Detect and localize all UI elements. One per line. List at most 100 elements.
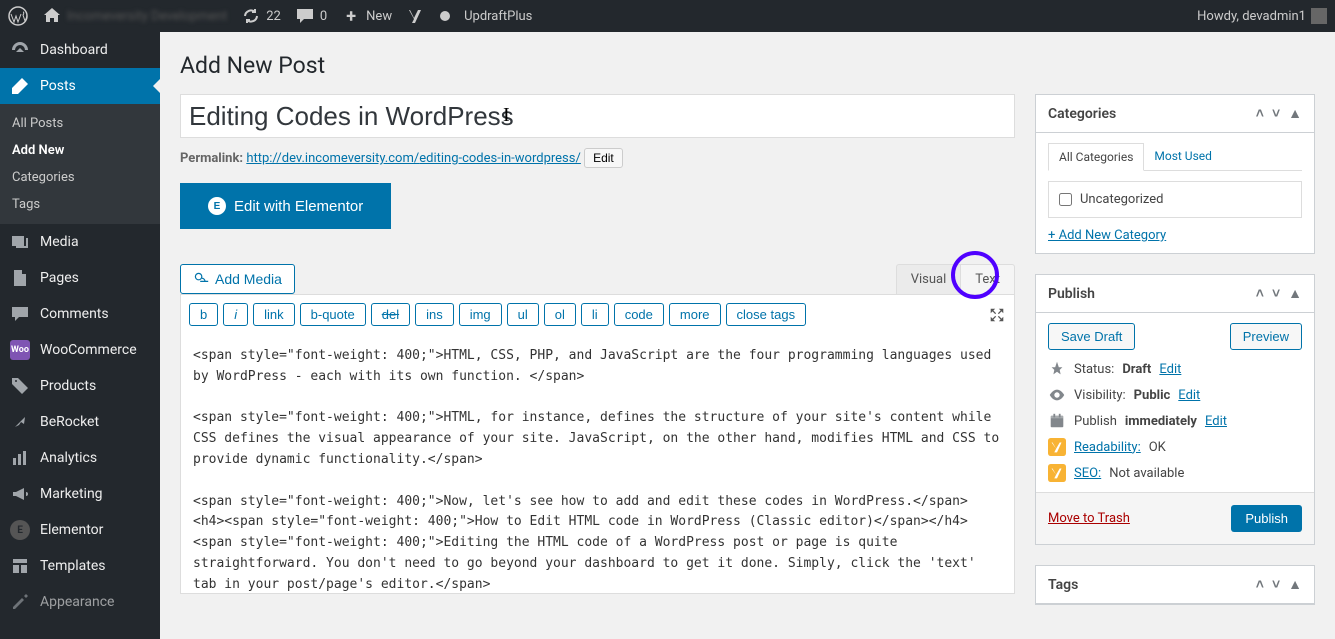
text-cursor-icon: I [503, 104, 510, 127]
admin-sidebar: Dashboard Posts All Posts Add New Catego… [0, 32, 160, 639]
new-link[interactable]: +New [341, 6, 392, 26]
add-media-button[interactable]: Add Media [180, 264, 295, 294]
account-link[interactable]: Howdy, devadmin1 [1197, 8, 1327, 24]
submenu-posts: All Posts Add New Categories Tags [0, 104, 160, 224]
submenu-all-posts[interactable]: All Posts [0, 110, 160, 137]
preview-button[interactable]: Preview [1230, 323, 1302, 350]
qt-del[interactable]: del [371, 303, 410, 326]
menu-posts[interactable]: Posts [0, 68, 160, 104]
qt-close-tags[interactable]: close tags [726, 303, 807, 326]
readability-row: Readability: OK [1048, 438, 1302, 456]
updraft-link[interactable]: UpdraftPlus [464, 9, 532, 24]
status-row: Status: Draft Edit [1048, 360, 1302, 378]
menu-marketing[interactable]: Marketing [0, 476, 160, 512]
move-up-icon[interactable]: ˄ [1256, 285, 1264, 302]
elementor-icon: E [208, 197, 226, 215]
move-down-icon[interactable]: ˅ [1272, 576, 1280, 593]
categories-title: Categories [1048, 106, 1116, 122]
categories-metabox: Categories ˄˅▲ All Categories Most Used … [1035, 94, 1315, 254]
tab-text[interactable]: Text [960, 264, 1015, 294]
comments-link[interactable]: 0 [295, 6, 327, 26]
toggle-icon[interactable]: ▲ [1288, 105, 1302, 122]
menu-pages[interactable]: Pages [0, 260, 160, 296]
pin-icon [1048, 360, 1066, 378]
qt-code[interactable]: code [614, 303, 664, 326]
edit-status-link[interactable]: Edit [1159, 362, 1181, 377]
add-new-category-link[interactable]: + Add New Category [1048, 228, 1166, 243]
qt-more[interactable]: more [669, 303, 721, 326]
wp-logo[interactable] [8, 6, 28, 26]
fullscreen-icon[interactable] [988, 306, 1006, 324]
menu-comments[interactable]: Comments [0, 296, 160, 332]
site-link[interactable]: Incomeversity Development [42, 6, 227, 26]
menu-analytics[interactable]: Analytics [0, 440, 160, 476]
permalink-row: Permalink: http://dev.incomeversity.com/… [180, 148, 1015, 168]
tab-visual[interactable]: Visual [896, 264, 961, 294]
toggle-icon[interactable]: ▲ [1288, 576, 1302, 593]
edit-schedule-link[interactable]: Edit [1205, 414, 1227, 429]
qt-link[interactable]: link [253, 303, 295, 326]
yoast-icon [1048, 438, 1066, 456]
qt-li[interactable]: li [581, 303, 609, 326]
seo-link[interactable]: SEO: [1074, 466, 1101, 481]
qt-i[interactable]: i [223, 303, 248, 326]
menu-elementor[interactable]: EElementor [0, 512, 160, 548]
admin-bar: Incomeversity Development 22 0 +New Updr… [0, 0, 1335, 32]
edit-slug-button[interactable]: Edit [584, 148, 623, 168]
quicktags-toolbar: b i link b-quote del ins img ul ol li co… [180, 294, 1015, 334]
yoast-icon [1048, 464, 1066, 482]
move-down-icon[interactable]: ˅ [1272, 105, 1280, 122]
tags-title: Tags [1048, 577, 1078, 593]
publish-metabox: Publish ˄ ˅ ▲ Save Draft Preview Status: D… [1035, 274, 1315, 545]
cat-tab-most-used[interactable]: Most Used [1144, 143, 1222, 170]
seo-row: SEO: Not available [1048, 464, 1302, 482]
publish-button[interactable]: Publish [1231, 505, 1302, 532]
qt-ol[interactable]: ol [544, 303, 576, 326]
qt-bquote[interactable]: b-quote [300, 303, 366, 326]
qt-ins[interactable]: ins [415, 303, 454, 326]
move-up-icon[interactable]: ˄ [1256, 576, 1264, 593]
toggle-icon[interactable]: ▲ [1288, 285, 1302, 302]
menu-berocket[interactable]: BeRocket [0, 404, 160, 440]
tags-metabox: Tags ˄ ˅ ▲ [1035, 565, 1315, 605]
qt-img[interactable]: img [459, 303, 502, 326]
media-icon [193, 271, 209, 287]
post-title-input[interactable] [180, 94, 1015, 138]
content-textarea[interactable] [180, 334, 1015, 594]
site-name: Incomeversity Development [67, 9, 227, 24]
editor-tabs: Visual Text [896, 264, 1015, 294]
page-title: Add New Post [180, 52, 1315, 79]
cat-tab-all[interactable]: All Categories [1048, 143, 1144, 171]
cat-uncategorized[interactable]: Uncategorized [1059, 192, 1291, 207]
eye-icon [1048, 386, 1066, 404]
qt-b[interactable]: b [189, 303, 218, 326]
calendar-icon [1048, 412, 1066, 430]
category-list: Uncategorized [1048, 181, 1302, 218]
schedule-row: Publish immediately Edit [1048, 412, 1302, 430]
visibility-row: Visibility: Public Edit [1048, 386, 1302, 404]
disk-icon[interactable] [440, 11, 450, 21]
move-to-trash-link[interactable]: Move to Trash [1048, 511, 1130, 526]
menu-appearance[interactable]: Appearance [0, 584, 160, 620]
menu-products[interactable]: Products [0, 368, 160, 404]
menu-dashboard[interactable]: Dashboard [0, 32, 160, 68]
submenu-add-new[interactable]: Add New [0, 137, 160, 164]
move-up-icon[interactable]: ˄ [1256, 105, 1264, 122]
menu-templates[interactable]: Templates [0, 548, 160, 584]
qt-ul[interactable]: ul [507, 303, 539, 326]
move-down-icon[interactable]: ˅ [1272, 285, 1280, 302]
cat-uncategorized-checkbox[interactable] [1059, 193, 1072, 206]
permalink-link[interactable]: http://dev.incomeversity.com/editing-cod… [246, 151, 581, 166]
yoast-link[interactable] [406, 6, 426, 26]
save-draft-button[interactable]: Save Draft [1048, 323, 1135, 350]
updates-link[interactable]: 22 [241, 6, 281, 26]
menu-media[interactable]: Media [0, 224, 160, 260]
content-area: Add New Post I Permalink: http://dev.inc… [160, 32, 1335, 639]
avatar-icon [1311, 8, 1327, 24]
submenu-categories[interactable]: Categories [0, 164, 160, 191]
edit-visibility-link[interactable]: Edit [1178, 388, 1200, 403]
readability-link[interactable]: Readability: [1074, 440, 1141, 455]
menu-woocommerce[interactable]: WooWooCommerce [0, 332, 160, 368]
edit-with-elementor-button[interactable]: E Edit with Elementor [180, 183, 391, 229]
submenu-tags[interactable]: Tags [0, 191, 160, 218]
